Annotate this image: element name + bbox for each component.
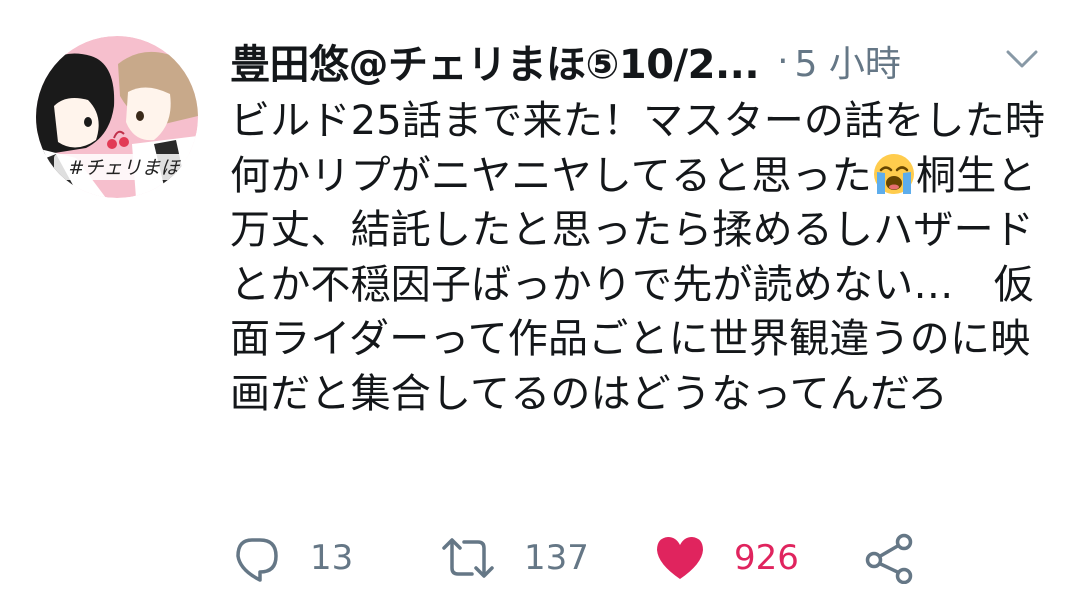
loudly-crying-face-icon	[874, 153, 914, 194]
reply-count: 13	[310, 538, 354, 578]
avatar-illustration: #チェリまほ	[36, 36, 198, 198]
retweet-button[interactable]: 137	[442, 528, 589, 588]
reply-button[interactable]: 13	[232, 528, 353, 588]
timestamp[interactable]: 5 小時	[795, 35, 901, 87]
chevron-down-icon[interactable]	[1002, 44, 1042, 74]
display-name[interactable]: 豊田悠@チェリまほ⑤10/2...	[230, 32, 759, 90]
share-button[interactable]	[864, 528, 916, 588]
share-icon	[865, 533, 913, 584]
avatar-label: #チェリまほ	[69, 157, 182, 179]
avatar[interactable]: #チェリまほ	[36, 36, 198, 198]
retweet-icon	[442, 538, 494, 578]
like-button[interactable]: 926	[654, 528, 799, 588]
tweet[interactable]: #チェリまほ 豊田悠@チェリまほ⑤10/2... · 5 小時 ビルド25話まで…	[0, 0, 1080, 602]
heart-icon	[657, 537, 703, 579]
tweet-actions: 13 137 926	[232, 528, 1032, 588]
separator-dot: ·	[777, 40, 789, 82]
reply-icon	[236, 538, 278, 582]
tweet-header: 豊田悠@チェリまほ⑤10/2... · 5 小時	[230, 30, 1050, 92]
tweet-text: ビルド25話まで来た！マスターの話をした時何かリプがニヤニヤしてると思った 桐生…	[230, 94, 1050, 421]
like-count: 926	[734, 538, 799, 578]
retweet-count: 137	[524, 538, 589, 578]
